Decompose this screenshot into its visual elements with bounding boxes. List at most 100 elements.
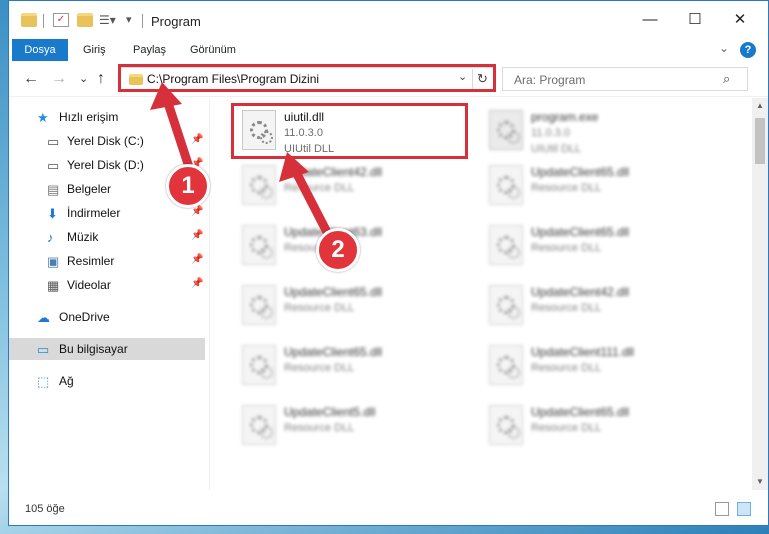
file-item[interactable]: UpdateClient65.dll Resource DLL <box>483 160 723 212</box>
file-name: program.exe <box>531 110 599 124</box>
file-item[interactable]: UpdateClient65.dll Resource DLL <box>483 220 723 272</box>
exe-file-icon <box>489 110 523 150</box>
tab-view[interactable]: Görünüm <box>190 39 236 61</box>
divider <box>142 14 143 28</box>
navigation-pane: ★ Hızlı erişim ▭ Yerel Disk (C:) 📌 ▭ Yerel Dis… <box>9 98 209 490</box>
forward-button[interactable]: → <box>51 69 67 89</box>
file-name: UpdateClient111.dll <box>531 345 634 359</box>
pin-icon[interactable]: 📌 <box>191 254 203 265</box>
file-version: 11.0.3.0 <box>531 127 570 139</box>
sidebar-item-label: Ağ <box>59 374 74 388</box>
scroll-down-icon[interactable]: ▼ <box>752 474 768 490</box>
window-title: Program <box>151 14 201 29</box>
gear-file-icon <box>242 165 276 205</box>
file-name: UpdateClient42.dll <box>284 165 383 179</box>
star-icon: ★ <box>37 110 49 125</box>
recent-locations-button[interactable]: ⌄ <box>79 69 88 89</box>
step-badge-1: 1 <box>166 164 210 208</box>
file-item[interactable]: UpdateClient65.dll Resource DLL <box>236 340 476 392</box>
file-description: Resource DLL <box>284 302 355 314</box>
file-name: UpdateClient65.dll <box>284 345 383 359</box>
search-icon[interactable]: ⌕ <box>723 71 730 87</box>
file-description: Resource DLL <box>284 182 355 194</box>
search-input[interactable]: Ara: Program <box>514 73 585 87</box>
status-bar: 105 öğe <box>9 495 768 525</box>
pin-icon[interactable]: 📌 <box>191 206 203 217</box>
file-description: Resource DLL <box>284 422 355 434</box>
tab-home[interactable]: Giriş <box>83 39 106 61</box>
tab-file[interactable]: Dosya <box>12 39 68 61</box>
drive-icon: ▭ <box>47 158 60 173</box>
gear-file-icon <box>489 345 523 385</box>
scroll-thumb[interactable] <box>755 118 765 164</box>
maximize-button[interactable]: ☐ <box>682 9 708 31</box>
cloud-icon: ☁ <box>37 310 50 325</box>
divider <box>43 14 44 28</box>
gear-file-icon <box>242 225 276 265</box>
file-description: Resource DLL <box>531 362 602 374</box>
pin-icon[interactable]: 📌 <box>191 134 203 145</box>
file-description: UIUtil DLL <box>531 143 582 155</box>
sidebar-item-label: Yerel Disk (D:) <box>67 158 144 172</box>
vertical-scrollbar[interactable]: ▲ ▼ <box>752 98 768 490</box>
file-highlight-box <box>231 103 468 159</box>
file-name: UpdateClient65.dll <box>284 285 383 299</box>
pin-icon[interactable]: 📌 <box>191 230 203 241</box>
help-icon[interactable]: ? <box>740 42 756 58</box>
file-item[interactable]: UpdateClient5.dll Resource DLL <box>236 400 476 452</box>
customize-toolbar-icon[interactable]: ☰▾ <box>99 13 116 27</box>
sidebar-item-label: Bu bilgisayar <box>59 342 128 356</box>
file-description: Resource DLL <box>531 422 602 434</box>
videos-icon: ▦ <box>47 278 60 293</box>
large-icons-view-icon[interactable] <box>737 502 751 516</box>
computer-icon: ▭ <box>37 342 50 357</box>
title-bar: ✓ ☰▾ ▾ Program — ☐ ✕ <box>9 1 768 39</box>
properties-icon[interactable]: ✓ <box>53 13 69 27</box>
network-icon: ⬚ <box>37 374 50 389</box>
file-item[interactable]: program.exe 11.0.3.0 UIUtil DLL <box>483 105 723 157</box>
file-item[interactable]: UpdateClient65.dll Resource DLL <box>483 400 723 452</box>
sidebar-item[interactable]: ⬇ İndirmeler 📌 <box>9 202 205 224</box>
sidebar-item[interactable]: ▭ Yerel Disk (C:) 📌 <box>9 130 205 152</box>
pin-icon[interactable]: 📌 <box>191 278 203 289</box>
sidebar-item[interactable]: ⬚ Ağ <box>9 370 205 392</box>
music-icon: ♪ <box>47 230 54 245</box>
minimize-button[interactable]: — <box>637 9 663 31</box>
gear-file-icon <box>489 405 523 445</box>
quick-access-dropdown-icon[interactable]: ▾ <box>126 13 142 27</box>
gear-file-icon <box>489 285 523 325</box>
sidebar-item[interactable]: ▣ Resimler 📌 <box>9 250 205 272</box>
gear-file-icon <box>489 225 523 265</box>
file-item[interactable]: UpdateClient65.dll Resource DLL <box>236 280 476 332</box>
up-button[interactable]: ↑ <box>97 69 105 89</box>
back-button[interactable]: ← <box>23 69 39 89</box>
file-name: UpdateClient5.dll <box>284 405 376 419</box>
sidebar-item-label: OneDrive <box>59 310 110 324</box>
sidebar-item[interactable]: ☁ OneDrive <box>9 306 205 328</box>
sidebar-item[interactable]: ♪ Müzik 📌 <box>9 226 205 248</box>
close-button[interactable]: ✕ <box>727 9 753 31</box>
gear-file-icon <box>242 405 276 445</box>
tab-share[interactable]: Paylaş <box>133 39 166 61</box>
file-description: Resource DLL <box>531 242 602 254</box>
file-item[interactable]: UpdateClient111.dll Resource DLL <box>483 340 723 392</box>
search-box[interactable]: Ara: Program ⌕ <box>502 67 748 91</box>
file-name: UpdateClient65.dll <box>531 405 630 419</box>
ribbon-tabs: Dosya Giriş Paylaş Görünüm ⌄ ? <box>9 39 768 61</box>
sidebar-item[interactable]: ▦ Videolar 📌 <box>9 274 205 296</box>
new-folder-icon[interactable] <box>77 13 93 27</box>
scroll-up-icon[interactable]: ▲ <box>752 98 768 114</box>
ribbon-expand-icon[interactable]: ⌄ <box>719 41 729 55</box>
sidebar-item[interactable]: ★ Hızlı erişim <box>9 106 205 128</box>
details-view-icon[interactable] <box>715 502 729 516</box>
step-badge-2: 2 <box>316 228 360 272</box>
download-icon: ⬇ <box>47 206 58 221</box>
file-item[interactable]: UpdateClient42.dll Resource DLL <box>236 160 476 212</box>
file-name: UpdateClient42.dll <box>531 285 630 299</box>
gear-file-icon <box>489 165 523 205</box>
folder-icon <box>21 13 37 27</box>
sidebar-item[interactable]: ▭ Bu bilgisayar <box>9 338 205 360</box>
gear-file-icon <box>242 345 276 385</box>
sidebar-item-label: Hızlı erişim <box>59 110 119 124</box>
file-item[interactable]: UpdateClient42.dll Resource DLL <box>483 280 723 332</box>
